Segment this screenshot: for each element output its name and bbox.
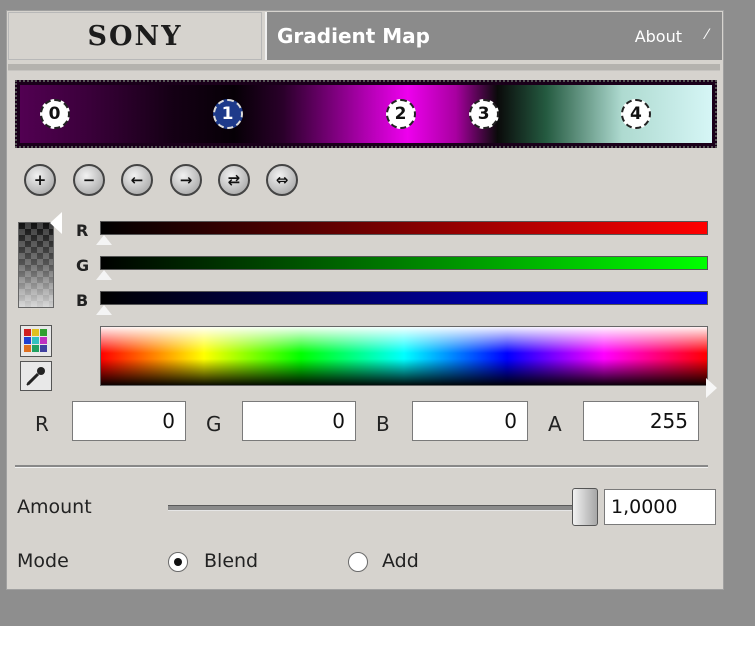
eyedropper-icon xyxy=(26,367,45,386)
green-channel-label: G xyxy=(76,256,90,275)
mode-label: Mode xyxy=(17,550,69,572)
gradient-bar[interactable]: 0 1 2 3 4 xyxy=(20,85,712,143)
b-value-input[interactable] xyxy=(412,401,528,441)
distribute-icon: ⇔ xyxy=(275,171,289,189)
amount-slider-track[interactable] xyxy=(168,505,590,511)
about-link[interactable]: About xyxy=(635,27,682,46)
distribute-stops-button[interactable]: ⇔ xyxy=(266,164,298,196)
about-caret-icon: ⁄ xyxy=(705,27,708,43)
add-stop-button[interactable]: + xyxy=(24,164,56,196)
amount-slider-thumb[interactable] xyxy=(572,488,598,526)
plus-icon: + xyxy=(33,171,47,189)
sony-logo-box: SONY xyxy=(8,12,262,60)
blend-radio-dot xyxy=(174,558,182,566)
gradient-stop-4[interactable]: 4 xyxy=(620,99,651,129)
alpha-pointer-icon[interactable] xyxy=(50,212,62,234)
blue-channel-slider[interactable] xyxy=(100,291,708,305)
header-divider xyxy=(8,64,720,71)
color-spectrum[interactable] xyxy=(100,326,708,386)
b-value-label: B xyxy=(376,412,390,436)
arrow-left-icon: ← xyxy=(130,171,144,189)
r-value-input[interactable] xyxy=(72,401,186,441)
alpha-checker-pattern xyxy=(19,223,53,307)
red-channel-label: R xyxy=(76,221,89,240)
blue-channel-label: B xyxy=(76,291,89,310)
a-value-input[interactable] xyxy=(583,401,699,441)
amount-input[interactable] xyxy=(604,489,716,525)
palette-button[interactable] xyxy=(20,325,52,357)
gradient-stop-1[interactable]: 1 xyxy=(212,99,243,129)
title-bar: Gradient Map About ⁄ xyxy=(265,12,722,60)
g-value-label: G xyxy=(206,412,222,436)
minus-icon: − xyxy=(82,171,96,189)
spectrum-pointer-icon[interactable] xyxy=(706,378,717,398)
move-stop-left-button[interactable]: ← xyxy=(121,164,153,196)
r-value-label: R xyxy=(35,412,49,436)
blend-radio[interactable] xyxy=(168,552,188,572)
gradient-preview[interactable]: 0 1 2 3 4 xyxy=(15,80,717,148)
plugin-title: Gradient Map xyxy=(277,24,430,48)
amount-label: Amount xyxy=(17,496,92,518)
gradient-stop-0[interactable]: 0 xyxy=(39,99,70,129)
gradient-stop-3[interactable]: 3 xyxy=(468,99,499,129)
section-divider xyxy=(15,465,708,468)
sony-logo: SONY xyxy=(87,20,183,52)
blue-channel-thumb[interactable] xyxy=(96,305,112,315)
eyedropper-button[interactable] xyxy=(20,361,52,391)
green-channel-slider[interactable] xyxy=(100,256,708,270)
gradient-stop-2[interactable]: 2 xyxy=(385,99,416,129)
red-channel-thumb[interactable] xyxy=(96,235,112,245)
palette-icon xyxy=(24,329,47,352)
swap-stops-button[interactable]: ⇄ xyxy=(218,164,250,196)
spectrum-shade-layer xyxy=(101,327,707,385)
red-channel-slider[interactable] xyxy=(100,221,708,235)
blend-radio-label[interactable]: Blend xyxy=(204,550,258,572)
add-radio[interactable] xyxy=(348,552,368,572)
alpha-swatch[interactable] xyxy=(18,222,54,308)
remove-stop-button[interactable]: − xyxy=(73,164,105,196)
a-value-label: A xyxy=(548,412,562,436)
swap-icon: ⇄ xyxy=(227,171,241,189)
arrow-right-icon: → xyxy=(179,171,193,189)
green-channel-thumb[interactable] xyxy=(96,270,112,280)
move-stop-right-button[interactable]: → xyxy=(170,164,202,196)
add-radio-label[interactable]: Add xyxy=(382,550,419,572)
g-value-input[interactable] xyxy=(242,401,356,441)
